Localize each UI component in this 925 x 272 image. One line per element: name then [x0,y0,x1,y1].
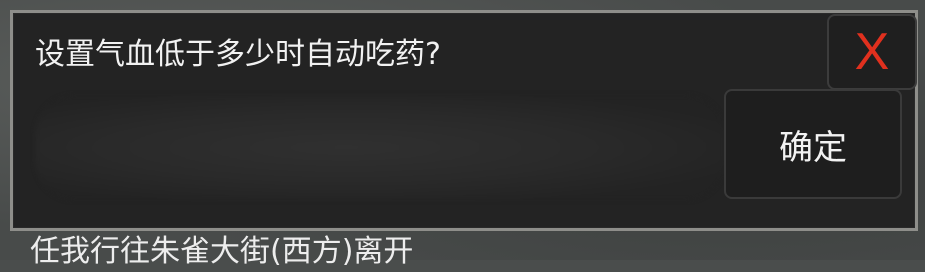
confirm-button[interactable]: 确定 [724,89,902,199]
route-info-text: 任我行往朱雀大街(西方)离开 [30,234,414,269]
close-icon: X [854,23,890,81]
dialog-prompt: 设置气血低于多少时自动吃药? [35,37,441,72]
hp-threshold-input[interactable] [35,95,725,200]
confirm-label: 确定 [779,127,847,168]
auto-potion-dialog: 设置气血低于多少时自动吃药? X 确定 [10,10,918,231]
close-button[interactable]: X [827,14,917,90]
